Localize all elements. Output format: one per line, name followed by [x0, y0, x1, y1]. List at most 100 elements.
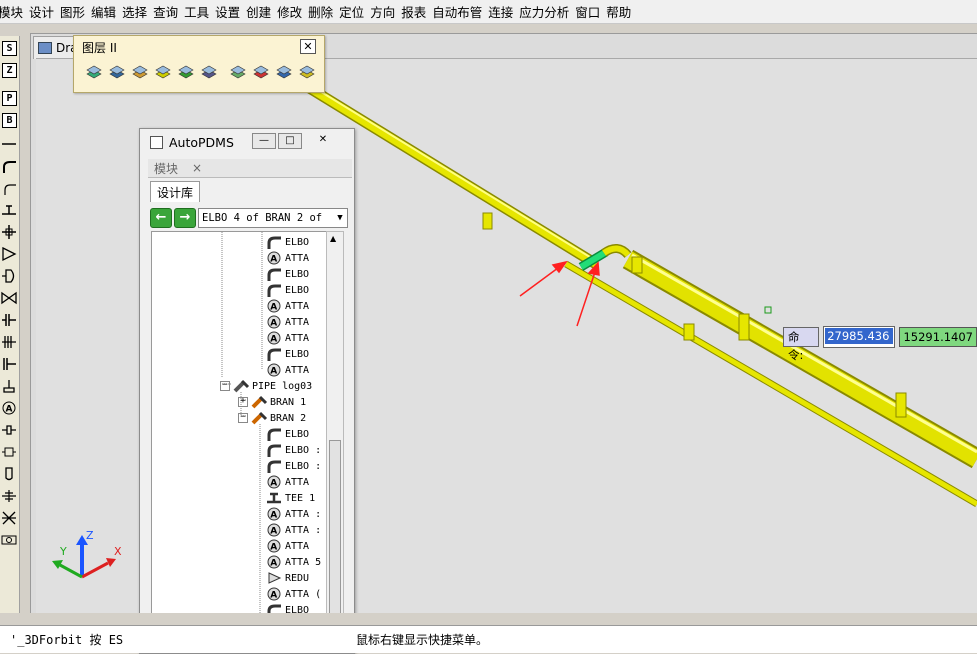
menu-item-0[interactable]: 模块	[0, 2, 29, 21]
forward-button[interactable]: →	[174, 208, 196, 228]
tree-item[interactable]: − PIPE log03	[220, 378, 312, 394]
grip-marker[interactable]	[764, 306, 772, 314]
coupling-tool-icon[interactable]	[1, 444, 17, 460]
layer-tool-icon-6[interactable]	[199, 62, 219, 82]
menu-item-7[interactable]: 设置	[215, 2, 246, 21]
toolbar-b-button[interactable]: B	[2, 113, 17, 128]
blind-tool-icon[interactable]	[1, 356, 17, 372]
tree-item[interactable]: ELBO	[266, 346, 309, 362]
coordinate-input-x[interactable]: 27985.436	[823, 326, 896, 348]
layer-tool-icon-4[interactable]	[153, 62, 173, 82]
panel-maximize-button[interactable]: □	[278, 133, 302, 149]
tree-item[interactable]: REDU	[266, 570, 309, 586]
tree-item[interactable]: ELBO :	[266, 442, 321, 458]
lower-pipe[interactable]	[564, 260, 977, 508]
weld-tool-icon[interactable]	[1, 422, 17, 438]
instrument-tool-icon[interactable]	[1, 488, 17, 504]
tree-item[interactable]: A ATTA :	[266, 506, 321, 522]
expand-icon[interactable]: +	[238, 397, 248, 407]
tree-item[interactable]: ELBO	[266, 282, 309, 298]
attachment-tool-icon[interactable]: A	[1, 400, 17, 416]
reducer-tool-icon[interactable]	[1, 246, 17, 262]
svg-text:A: A	[270, 367, 277, 377]
bend-tool-icon[interactable]	[1, 180, 17, 196]
collapse-icon[interactable]: −	[238, 413, 248, 423]
support-tool-icon[interactable]	[1, 378, 17, 394]
scroll-up-icon[interactable]: ▲	[330, 234, 336, 243]
collapse-icon[interactable]: −	[220, 381, 230, 391]
layer-tool-icon-2[interactable]	[107, 62, 127, 82]
layer-tool-icon-10[interactable]	[297, 62, 317, 82]
tree-item[interactable]: A ATTA	[266, 538, 309, 554]
toolbar-s-button[interactable]: S	[2, 41, 17, 56]
menu-item-8[interactable]: 创建	[246, 2, 277, 21]
toolbar-p-button[interactable]: P	[2, 91, 17, 106]
menu-item-13[interactable]: 报表	[401, 2, 432, 21]
module-tab[interactable]: 模块 ×	[148, 159, 352, 178]
tree-item[interactable]: ELBO	[266, 234, 309, 250]
layer-toolbar-close-button[interactable]: ✕	[300, 39, 316, 54]
tree-item[interactable]: TEE 1	[266, 490, 315, 506]
layer-tool-icon-1[interactable]	[84, 62, 104, 82]
layer-tool-icon-7[interactable]	[228, 62, 248, 82]
tree-item[interactable]: A ATTA 5	[266, 554, 321, 570]
toolbar-z-button[interactable]: Z	[2, 63, 17, 78]
panel-minimize-button[interactable]: —	[252, 133, 276, 149]
layer-tool-icon-8[interactable]	[251, 62, 271, 82]
tee-tool-icon[interactable]	[1, 202, 17, 218]
trap-tool-icon[interactable]	[1, 466, 17, 482]
spectacle-tool-icon[interactable]	[1, 532, 17, 548]
line-icon[interactable]	[1, 136, 17, 152]
menu-item-6[interactable]: 工具	[184, 2, 215, 21]
tree-item[interactable]: A ATTA	[266, 330, 309, 346]
tree-item[interactable]: A ATTA	[266, 362, 309, 378]
gasket-tool-icon[interactable]	[1, 334, 17, 350]
back-button[interactable]: ←	[150, 208, 172, 228]
elbow-joint[interactable]	[601, 244, 632, 259]
tree-item[interactable]: A ATTA	[266, 474, 309, 490]
valve-tool-icon[interactable]	[1, 290, 17, 306]
tree-item[interactable]: A ATTA	[266, 298, 309, 314]
menu-item-2[interactable]: 图形	[60, 2, 91, 21]
menu-item-4[interactable]: 选择	[122, 2, 153, 21]
panel-close-button[interactable]: ✕	[312, 133, 334, 147]
menu-item-17[interactable]: 窗口	[575, 2, 606, 21]
tree-item[interactable]: A ATTA	[266, 314, 309, 330]
tab-design-library[interactable]: 设计库	[150, 181, 201, 202]
layer-tool-icon-5[interactable]	[176, 62, 196, 82]
coordinate-input-y[interactable]: 15291.1407	[899, 327, 977, 347]
menu-item-12[interactable]: 方向	[370, 2, 401, 21]
tree-item[interactable]: + BRAN 1	[238, 394, 306, 410]
design-tree[interactable]: ELBO A ATTA ELBO ELBO A ATTA A ATTA A ATTA ELBO A ATT…	[151, 231, 328, 623]
tree-item[interactable]: ELBO	[266, 266, 309, 282]
module-tab-close-icon[interactable]: ×	[192, 161, 202, 175]
element-selector-combo[interactable]: ELBO 4 of BRAN 2 of ▼	[198, 208, 348, 228]
scroll-thumb[interactable]	[329, 440, 341, 617]
layer-tool-icon-3[interactable]	[130, 62, 150, 82]
flange-tool-icon[interactable]	[1, 312, 17, 328]
menu-item-10[interactable]: 删除	[308, 2, 339, 21]
filter-tool-icon[interactable]	[1, 510, 17, 526]
menu-item-16[interactable]: 应力分析	[519, 2, 575, 21]
tree-item[interactable]: ELBO	[266, 426, 309, 442]
tree-item[interactable]: A ATTA :	[266, 522, 321, 538]
cap-tool-icon[interactable]	[1, 268, 17, 284]
elbow-tool-icon[interactable]	[1, 158, 17, 174]
menu-item-3[interactable]: 编辑	[91, 2, 122, 21]
layer-tool-icon-9[interactable]	[274, 62, 294, 82]
chevron-down-icon[interactable]: ▼	[333, 209, 347, 227]
menu-item-1[interactable]: 设计	[29, 2, 60, 21]
menu-item-5[interactable]: 查询	[153, 2, 184, 21]
tree-vertical-scrollbar[interactable]: ▲	[326, 231, 344, 639]
menu-item-15[interactable]: 连接	[488, 2, 519, 21]
menu-item-14[interactable]: 自动布管	[432, 2, 488, 21]
tree-item[interactable]: A ATTA	[266, 250, 309, 266]
command-line[interactable]: '_3DForbit 按 ES 鼠标右键显示快捷菜单。	[0, 625, 977, 653]
menu-item-18[interactable]: 帮助	[606, 2, 637, 21]
tree-item[interactable]: ELBO :	[266, 458, 321, 474]
cross-tool-icon[interactable]	[1, 224, 17, 240]
tree-item[interactable]: A ATTA (	[266, 586, 321, 602]
tree-item[interactable]: − BRAN 2	[238, 410, 306, 426]
menu-item-11[interactable]: 定位	[339, 2, 370, 21]
menu-item-9[interactable]: 修改	[277, 2, 308, 21]
